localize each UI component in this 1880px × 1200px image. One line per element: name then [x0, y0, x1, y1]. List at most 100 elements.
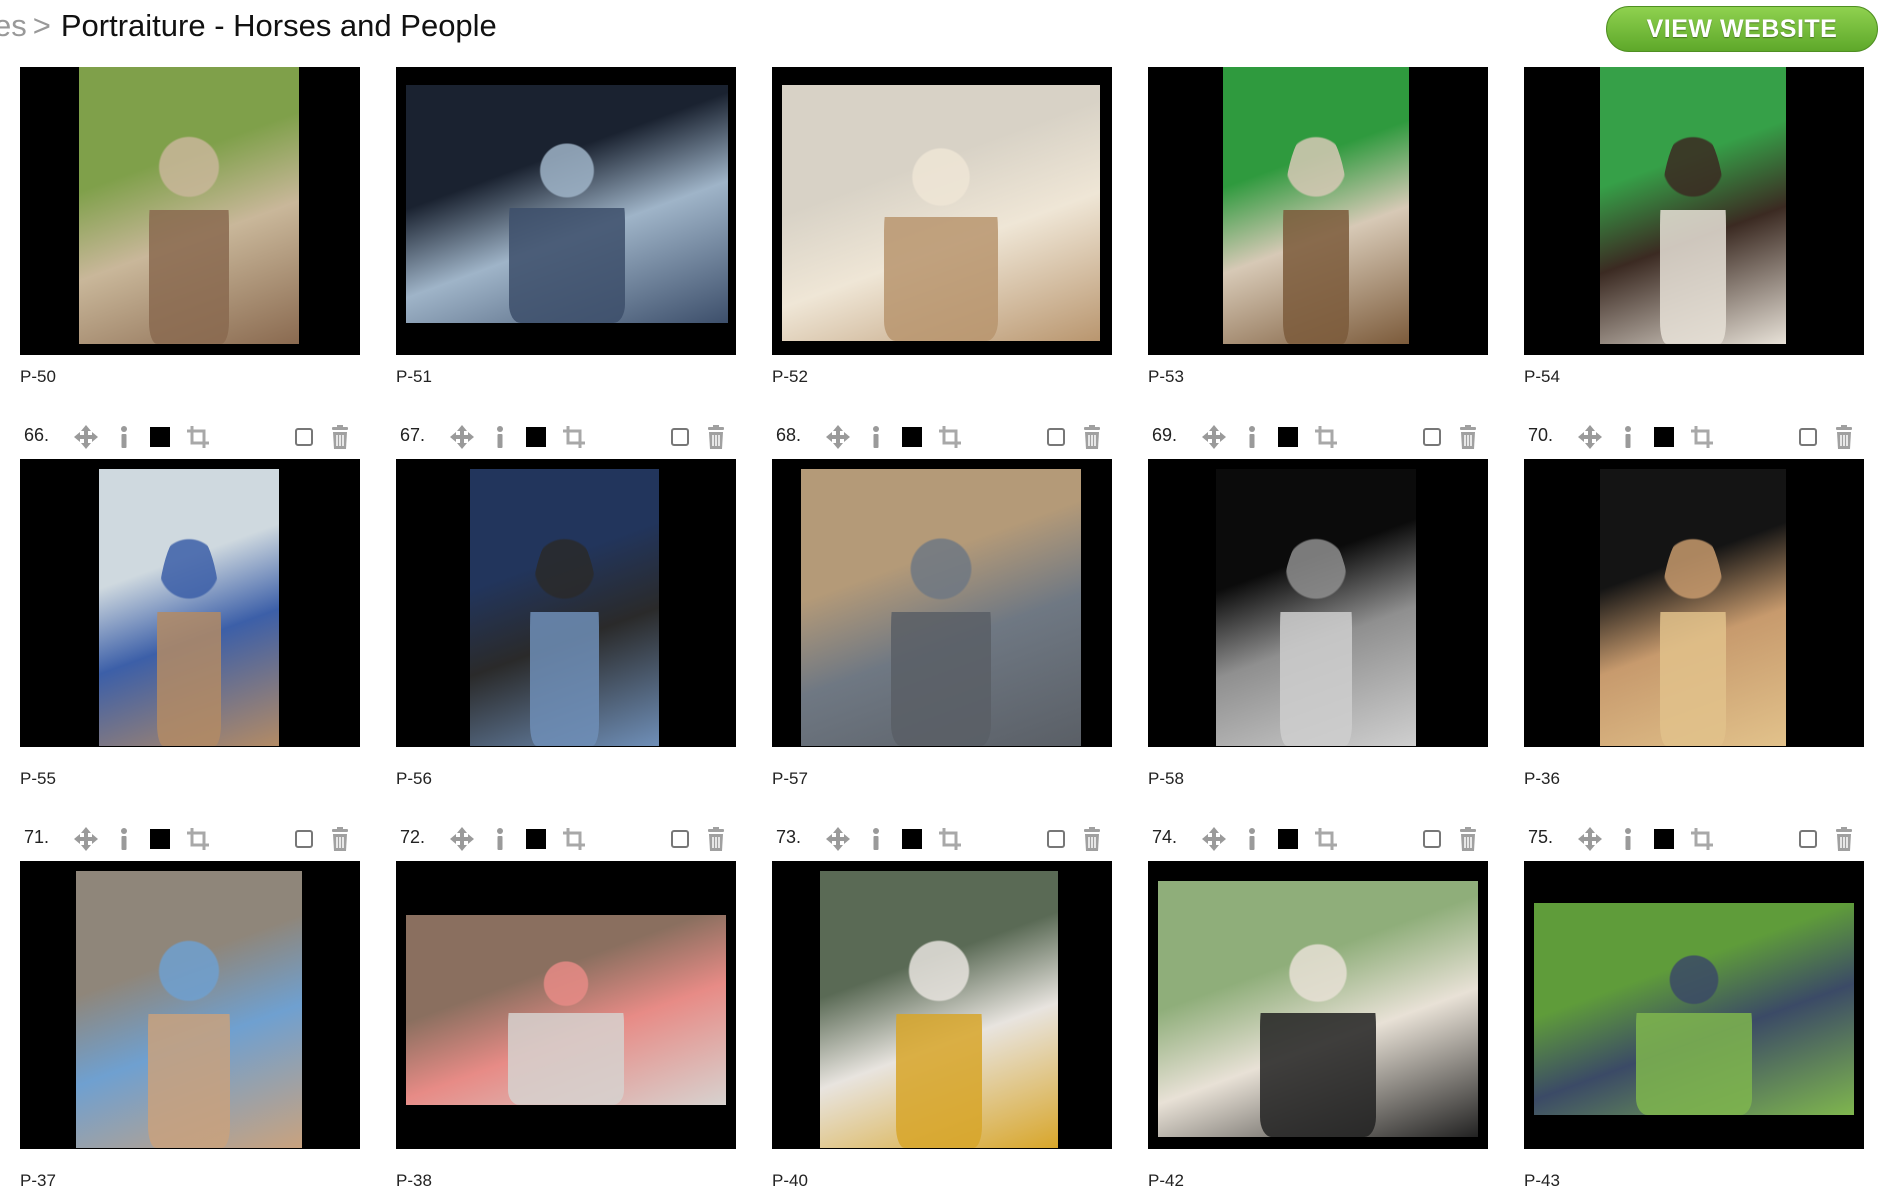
black-square-icon[interactable] — [898, 423, 926, 451]
photo-subject — [149, 127, 229, 344]
photo-image — [79, 67, 299, 344]
info-icon[interactable] — [110, 825, 138, 853]
photo-image — [1600, 67, 1786, 344]
select-checkbox[interactable] — [1418, 423, 1446, 451]
move-arrows-icon[interactable] — [1200, 825, 1228, 853]
move-arrows-icon[interactable] — [824, 423, 852, 451]
tile-number: 71. — [24, 827, 50, 847]
black-square-icon[interactable] — [1650, 423, 1678, 451]
photo-image — [76, 871, 302, 1148]
select-checkbox[interactable] — [1042, 423, 1070, 451]
black-square-icon[interactable] — [1274, 423, 1302, 451]
photo-subject — [883, 141, 999, 341]
select-checkbox[interactable] — [666, 423, 694, 451]
select-checkbox[interactable] — [1794, 825, 1822, 853]
select-checkbox[interactable] — [290, 825, 318, 853]
checkbox-box — [671, 830, 689, 848]
crop-icon[interactable] — [560, 825, 588, 853]
tile-toolbar: 71. — [20, 817, 360, 857]
photo-thumbnail[interactable] — [20, 459, 360, 747]
trash-icon[interactable] — [1830, 423, 1858, 451]
photo-thumbnail[interactable] — [396, 67, 736, 355]
info-icon[interactable] — [862, 825, 890, 853]
move-arrows-icon[interactable] — [1576, 825, 1604, 853]
photo-thumbnail[interactable] — [396, 459, 736, 747]
info-icon[interactable] — [1614, 423, 1642, 451]
crop-icon[interactable] — [936, 423, 964, 451]
photo-subject — [156, 529, 222, 746]
trash-icon[interactable] — [1078, 825, 1106, 853]
tile-toolbar: 75. — [1524, 817, 1864, 857]
crop-icon[interactable] — [184, 825, 212, 853]
select-checkbox[interactable] — [290, 423, 318, 451]
tile-number: 73. — [776, 827, 802, 847]
info-icon[interactable] — [862, 423, 890, 451]
crop-icon[interactable] — [560, 423, 588, 451]
trash-icon[interactable] — [326, 423, 354, 451]
trash-icon[interactable] — [1454, 825, 1482, 853]
photo-thumbnail[interactable] — [1524, 67, 1864, 355]
crop-icon[interactable] — [1312, 825, 1340, 853]
photo-thumbnail[interactable] — [1524, 861, 1864, 1149]
photo-caption: P-36 — [1524, 769, 1560, 788]
photo-thumbnail[interactable] — [772, 459, 1112, 747]
photo-caption: P-40 — [772, 1171, 808, 1190]
photo-subject — [896, 931, 982, 1148]
move-arrows-icon[interactable] — [72, 423, 100, 451]
select-checkbox[interactable] — [666, 825, 694, 853]
info-icon[interactable] — [486, 825, 514, 853]
select-checkbox[interactable] — [1794, 423, 1822, 451]
move-arrows-icon[interactable] — [1576, 423, 1604, 451]
move-arrows-icon[interactable] — [1200, 423, 1228, 451]
trash-icon[interactable] — [1830, 825, 1858, 853]
crop-icon[interactable] — [1312, 423, 1340, 451]
photo-subject — [1659, 529, 1727, 746]
black-square-icon[interactable] — [1650, 825, 1678, 853]
info-icon[interactable] — [1238, 423, 1266, 451]
tile-number: 74. — [1152, 827, 1178, 847]
info-icon[interactable] — [1614, 825, 1642, 853]
photo-image — [1158, 881, 1478, 1137]
checkbox-box — [1423, 830, 1441, 848]
move-arrows-icon[interactable] — [448, 423, 476, 451]
photo-thumbnail[interactable] — [1524, 459, 1864, 747]
crop-icon[interactable] — [1688, 423, 1716, 451]
photo-caption: P-50 — [20, 367, 56, 386]
photo-thumbnail[interactable] — [1148, 861, 1488, 1149]
black-square-icon[interactable] — [146, 825, 174, 853]
crop-icon[interactable] — [184, 423, 212, 451]
select-checkbox[interactable] — [1042, 825, 1070, 853]
black-square-icon[interactable] — [146, 423, 174, 451]
photo-grid: P-50 P-51 P-52 P-53 P-54 66. P-55 67. P-56 68. P-5… — [0, 0, 1880, 1200]
info-icon[interactable] — [486, 423, 514, 451]
photo-thumbnail[interactable] — [396, 861, 736, 1149]
trash-icon[interactable] — [702, 423, 730, 451]
select-checkbox[interactable] — [1418, 825, 1446, 853]
trash-icon[interactable] — [702, 825, 730, 853]
black-square-icon[interactable] — [898, 825, 926, 853]
photo-thumbnail[interactable] — [1148, 459, 1488, 747]
info-icon[interactable] — [110, 423, 138, 451]
photo-subject — [1636, 949, 1752, 1115]
photo-thumbnail[interactable] — [20, 861, 360, 1149]
black-square-icon[interactable] — [522, 825, 550, 853]
move-arrows-icon[interactable] — [448, 825, 476, 853]
trash-icon[interactable] — [326, 825, 354, 853]
black-square-icon[interactable] — [522, 423, 550, 451]
photo-thumbnail[interactable] — [20, 67, 360, 355]
trash-icon[interactable] — [1454, 423, 1482, 451]
trash-icon[interactable] — [1078, 423, 1106, 451]
tile-toolbar: 68. — [772, 415, 1112, 455]
checkbox-box — [295, 428, 313, 446]
black-square-icon[interactable] — [1274, 825, 1302, 853]
crop-icon[interactable] — [1688, 825, 1716, 853]
move-arrows-icon[interactable] — [824, 825, 852, 853]
photo-thumbnail[interactable] — [772, 861, 1112, 1149]
photo-caption: P-58 — [1148, 769, 1184, 788]
photo-thumbnail[interactable] — [1148, 67, 1488, 355]
move-arrows-icon[interactable] — [72, 825, 100, 853]
photo-thumbnail[interactable] — [772, 67, 1112, 355]
crop-icon[interactable] — [936, 825, 964, 853]
checkbox-box — [1047, 830, 1065, 848]
info-icon[interactable] — [1238, 825, 1266, 853]
